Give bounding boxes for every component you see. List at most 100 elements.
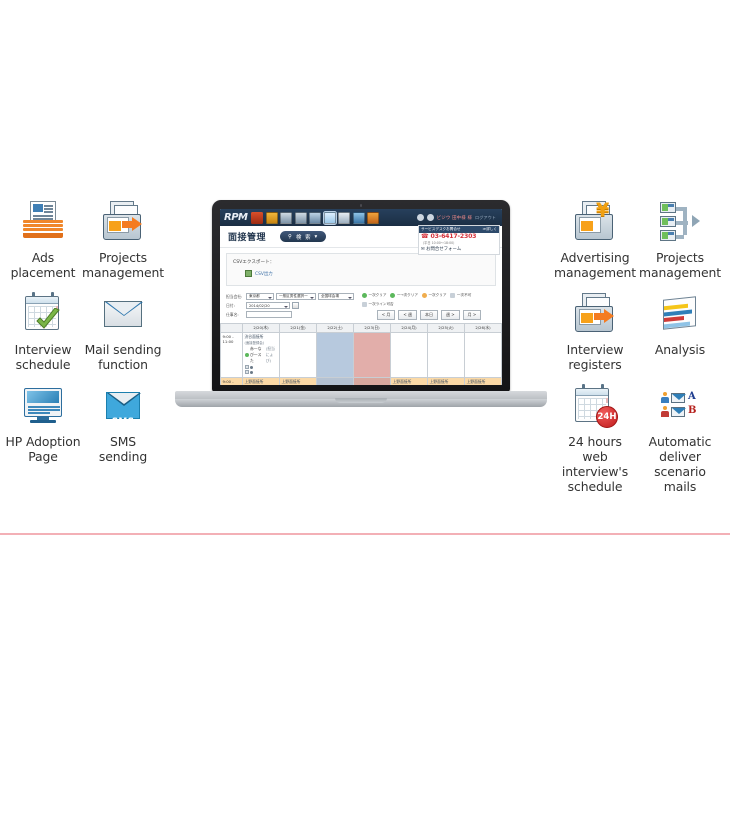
feature-projects-management[interactable]: Projects management xyxy=(79,200,167,288)
interview-registers-icon xyxy=(573,292,617,336)
schedule-cell[interactable] xyxy=(279,332,317,378)
feature-analysis[interactable]: Analysis xyxy=(636,292,724,380)
folder-upload-icon[interactable] xyxy=(294,211,307,224)
legend-label: 一→次クリア xyxy=(396,293,418,297)
schedule-cell[interactable] xyxy=(390,332,428,378)
nav-prev-month[interactable]: < 月 xyxy=(376,310,396,320)
schedule-cell[interactable]: 上野面接所 (面接登録会) 間智光典(担当) xyxy=(242,377,280,385)
row-time: 9:00 - 11:00 xyxy=(220,332,243,378)
feature-label: Automatic deliver scenario mails xyxy=(648,434,712,494)
left-feature-column-2: Projects management Mail sending functio… xyxy=(79,200,167,476)
support-header: サービスデスクお問合せ ≫詳しく xyxy=(419,226,499,233)
document-shape xyxy=(30,201,56,222)
person-icon-1 xyxy=(661,392,669,403)
nav-next-week[interactable]: 週 > xyxy=(441,310,460,320)
person-icon-2 xyxy=(661,406,669,417)
feature-label: Ads placement xyxy=(10,250,76,280)
orange-square-shape xyxy=(109,221,121,231)
feature-hp-adoption-page[interactable]: HP Adoption Page xyxy=(0,384,87,472)
automatic-scenario-mails-icon: A B xyxy=(658,384,702,428)
feature-24h-web-interview[interactable]: 24H 24 hours web interview's schedule xyxy=(551,384,639,494)
logout-link[interactable]: ログアウト xyxy=(475,215,496,221)
feature-mail-sending[interactable]: Mail sending function xyxy=(79,292,167,380)
schedule-cell[interactable]: 上野面接所 (面接登録会) xyxy=(279,377,317,385)
mail-icon-2 xyxy=(671,407,686,417)
calendar-picker-icon[interactable] xyxy=(292,302,299,309)
print-icon[interactable] xyxy=(265,211,278,224)
keyword-input[interactable] xyxy=(246,311,292,318)
feature-sms-sending[interactable]: SMS SMS sending xyxy=(79,384,167,472)
folder-export-icon[interactable] xyxy=(280,211,293,224)
check-mark-shape xyxy=(35,308,61,332)
feature-projects-management-flow[interactable]: Projects management xyxy=(636,200,724,288)
analysis-icon xyxy=(658,292,702,336)
date-input[interactable]: 2014/02/20 xyxy=(246,302,290,309)
gear-icon[interactable] xyxy=(426,214,434,221)
flow-card-2 xyxy=(660,216,676,227)
flow-icon[interactable] xyxy=(309,211,322,224)
cell-entry[interactable] xyxy=(244,370,278,374)
nav-prev-week[interactable]: < 週 xyxy=(398,310,417,320)
schedule-cell[interactable] xyxy=(427,332,465,378)
sms-envelope-shape xyxy=(106,392,141,419)
feature-interview-schedule[interactable]: Interview schedule xyxy=(0,292,87,380)
filter-bar: 担当会社: 東京都 一般区男性選択一 全国球会場 日付: 2014/02/20 … xyxy=(220,291,502,320)
interview-schedule-icon xyxy=(21,292,65,336)
schedule-cell-saturday[interactable] xyxy=(316,332,354,378)
filter-row-selects: 担当会社: 東京都 一般区男性選択一 全国球会場 xyxy=(226,293,356,300)
right-feature-column-1: ¥ Advertising management Interview regis… xyxy=(551,200,639,495)
schedule-cell[interactable]: 上野面接所 (面接登録会) xyxy=(390,377,428,385)
feature-advertising-management[interactable]: ¥ Advertising management xyxy=(551,200,639,288)
feature-label: HP Adoption Page xyxy=(5,434,81,464)
schedule-cell-saturday[interactable] xyxy=(316,377,354,385)
contact-icon[interactable] xyxy=(352,211,365,224)
filter-select-area[interactable]: 東京都 xyxy=(246,293,274,300)
database-icon[interactable] xyxy=(367,211,380,224)
feature-label: Projects management xyxy=(81,250,164,280)
yen-symbol-icon: ¥ xyxy=(596,199,610,221)
schedule-cell[interactable]: 渋谷面接所 (面接登録会) 赤一なび一スた (担当にょび) xyxy=(242,332,280,378)
keyword-label: 仕事名: xyxy=(226,311,239,317)
entry-name: 赤一なび一スた xyxy=(250,346,262,363)
filter-select-venue[interactable]: 全国球会場 xyxy=(318,293,354,300)
filter-row-date: 日付: 2014/02/20 xyxy=(226,302,356,309)
search-label: 検 索 xyxy=(295,234,312,241)
support-form-label: お問合せフォーム xyxy=(426,247,462,252)
csv-export-link[interactable]: CSV出力 xyxy=(245,270,489,277)
schedule-cell-sunday[interactable] xyxy=(353,377,391,385)
help-icon[interactable] xyxy=(416,214,424,221)
flame-icon[interactable] xyxy=(251,211,264,224)
feature-label: Analysis xyxy=(654,342,706,357)
left-feature-column-1: Ads placement Interview schedule HP Adop… xyxy=(0,200,87,476)
support-more-link[interactable]: ≫詳しく xyxy=(482,227,497,232)
envelope-shape xyxy=(104,301,143,327)
feature-interview-registers[interactable]: Interview registers xyxy=(551,292,639,380)
mail-icon-1 xyxy=(671,393,686,403)
legend-items: 一次クリア 一→次クリア 一次クリア 一次不可 一次ライン可否 xyxy=(362,293,496,307)
page-title: 面接管理 xyxy=(228,233,267,243)
table-header-row: 2/20(木) 2/21(金) 2/22(土) 2/23(日) 2/24(月) … xyxy=(220,323,502,333)
nav-today[interactable]: 本日 xyxy=(420,310,438,320)
col-header-day: 2/26(水) xyxy=(464,323,502,333)
laptop-screen: RPM ビジウ 田中様 様 ログアウト 面接管理 ⚲ 検 索 ▾ サービスデスク… xyxy=(220,209,502,385)
calendar-check-icon[interactable] xyxy=(322,210,337,225)
cell-entry[interactable] xyxy=(244,365,278,369)
advertising-management-icon: ¥ xyxy=(573,200,617,244)
col-header-day: 2/21(金) xyxy=(279,323,317,333)
schedule-cell[interactable] xyxy=(464,332,502,378)
feature-ads-placement[interactable]: Ads placement xyxy=(0,200,87,288)
nav-next-month[interactable]: 月 > xyxy=(462,310,482,320)
schedule-cell[interactable]: 上野面接所 (面接登録会) xyxy=(427,377,465,385)
support-form-link[interactable]: ✉ お問合せフォーム xyxy=(419,245,499,254)
filter-controls: 担当会社: 東京都 一般区男性選択一 全国球会場 日付: 2014/02/20 … xyxy=(226,293,356,320)
filter-select-type[interactable]: 一般区男性選択一 xyxy=(276,293,316,300)
feature-automatic-scenario-mails[interactable]: A B Automatic deliver scenario mails xyxy=(636,384,724,494)
schedule-cell-sunday[interactable] xyxy=(353,332,391,378)
search-button[interactable]: ⚲ 検 索 ▾ xyxy=(280,231,327,242)
cell-entry[interactable]: 赤一なび一スた (担当にょび) xyxy=(244,346,278,364)
search-icon: ⚲ xyxy=(288,233,293,240)
schedule-cell[interactable]: 上野面接所 (面接登録会) xyxy=(464,377,502,385)
support-card[interactable]: サービスデスクお問合せ ≫詳しく ☎ 03-6417-2303 （平日 10:0… xyxy=(418,225,500,255)
csv-export-label: CSVエクスポート： xyxy=(233,260,275,265)
mail-icon[interactable] xyxy=(338,211,351,224)
